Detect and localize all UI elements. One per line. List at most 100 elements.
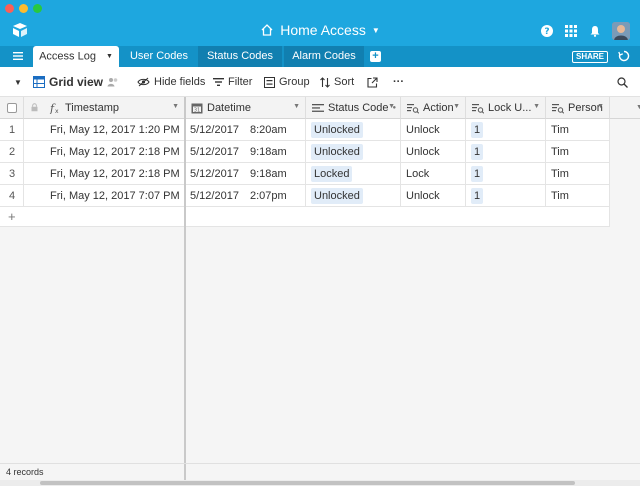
status-code-cell[interactable]: Locked xyxy=(306,163,401,185)
status-chip: Unlocked xyxy=(311,144,363,160)
column-menu-caret-icon[interactable]: ▼ xyxy=(388,103,395,110)
maximize-window-button[interactable] xyxy=(33,4,42,13)
view-switcher[interactable]: Grid view xyxy=(33,67,119,97)
close-window-button[interactable] xyxy=(5,4,14,13)
add-field-caret-icon[interactable]: ▼ xyxy=(636,104,640,111)
column-header-action[interactable]: Action ▼ xyxy=(401,97,466,119)
sidebar-toggle-caret-icon[interactable]: ▼ xyxy=(14,78,22,87)
apps-icon[interactable] xyxy=(564,24,578,38)
action-cell[interactable]: Unlock xyxy=(401,119,466,141)
search-button[interactable] xyxy=(617,67,628,97)
lookup-icon xyxy=(472,103,484,114)
hide-fields-button[interactable]: Hide fields xyxy=(137,67,205,97)
datetime-cell[interactable]: 5/12/2017 9:18am xyxy=(185,141,306,163)
group-button[interactable]: Group xyxy=(264,67,310,97)
column-menu-caret-icon[interactable]: ▼ xyxy=(533,103,540,110)
help-icon[interactable]: ? xyxy=(540,24,554,38)
datetime-cell[interactable]: 5/12/2017 2:07pm xyxy=(185,185,306,207)
eye-slash-icon xyxy=(137,77,150,87)
share-view-button[interactable] xyxy=(367,67,378,97)
link-record-icon xyxy=(312,103,324,112)
column-menu-caret-icon[interactable]: ▼ xyxy=(172,103,179,110)
status-code-cell[interactable]: Unlocked xyxy=(306,119,401,141)
scrollbar-thumb[interactable] xyxy=(40,481,575,485)
add-field-header[interactable]: ▼ xyxy=(610,97,640,119)
grid-view-icon xyxy=(33,76,45,88)
status-code-cell[interactable]: Unlocked xyxy=(306,141,401,163)
history-icon[interactable] xyxy=(618,50,630,62)
external-link-icon xyxy=(367,76,378,88)
column-header-status-code[interactable]: Status Code ● ▼ xyxy=(306,97,401,119)
column-header-timestamp[interactable]: fx Timestamp ▼ xyxy=(24,97,185,119)
status-chip: Unlocked xyxy=(311,122,363,138)
status-chip: Locked xyxy=(311,166,353,182)
title-bar: Home Access ▼ ? xyxy=(0,0,640,46)
tab-status-codes[interactable]: Status Codes xyxy=(198,46,282,67)
table-row[interactable]: 2 Fri, May 12, 2017 2:18 PM 5/12/2017 9:1… xyxy=(0,141,610,163)
frozen-column-divider[interactable] xyxy=(184,97,186,463)
timestamp-cell[interactable]: Fri, May 12, 2017 1:20 PM xyxy=(24,119,185,141)
time-value: 9:18am xyxy=(250,168,287,180)
status-code-cell[interactable]: Unlocked xyxy=(306,185,401,207)
share-button[interactable]: SHARE xyxy=(571,51,608,63)
timestamp-cell[interactable]: Fri, May 12, 2017 7:07 PM xyxy=(24,185,185,207)
table-row[interactable]: 4 Fri, May 12, 2017 7:07 PM 5/12/2017 2:0… xyxy=(0,185,610,207)
lock-user-cell[interactable]: 1 xyxy=(466,185,546,207)
column-menu-caret-icon[interactable]: ▼ xyxy=(453,103,460,110)
column-header-label: Lock U... xyxy=(488,101,532,114)
timestamp-cell[interactable]: Fri, May 12, 2017 2:18 PM xyxy=(24,163,185,185)
person-cell[interactable]: Tim xyxy=(546,141,610,163)
add-table-button[interactable]: + xyxy=(370,51,381,62)
filter-button[interactable]: Filter xyxy=(213,67,252,97)
horizontal-scrollbar[interactable] xyxy=(0,480,640,486)
date-value: 5/12/2017 xyxy=(190,146,239,158)
hamburger-menu-icon[interactable] xyxy=(12,50,24,62)
person-cell[interactable]: Tim xyxy=(546,119,610,141)
tab-user-codes[interactable]: User Codes xyxy=(122,46,196,67)
datetime-cell[interactable]: 5/12/2017 8:20am xyxy=(185,119,306,141)
table-row[interactable]: 3 Fri, May 12, 2017 2:18 PM 5/12/2017 9:1… xyxy=(0,163,610,185)
table-row[interactable]: 1 Fri, May 12, 2017 1:20 PM 5/12/2017 8:2… xyxy=(0,119,610,141)
action-cell[interactable]: Lock xyxy=(401,163,466,185)
timestamp-cell[interactable]: Fri, May 12, 2017 2:18 PM xyxy=(24,141,185,163)
action-cell[interactable]: Unlock xyxy=(401,141,466,163)
column-header-lock-user[interactable]: Lock U... ▼ xyxy=(466,97,546,119)
group-label: Group xyxy=(279,76,310,88)
select-all-checkbox[interactable] xyxy=(7,102,17,113)
lock-user-cell[interactable]: 1 xyxy=(466,163,546,185)
column-header-label: Timestamp xyxy=(65,101,119,114)
filter-label: Filter xyxy=(228,76,253,88)
add-record-row[interactable]: + xyxy=(0,207,610,227)
tab-alarm-codes[interactable]: Alarm Codes xyxy=(284,46,364,67)
view-name: Grid view xyxy=(49,75,104,89)
tab-label: Alarm Codes xyxy=(292,50,356,62)
base-title-text: Home Access xyxy=(280,22,366,38)
user-avatar[interactable] xyxy=(612,22,630,40)
person-cell[interactable]: Tim xyxy=(546,185,610,207)
column-menu-caret-icon[interactable]: ▼ xyxy=(597,103,604,110)
column-header-datetime[interactable]: 31 Datetime ▼ xyxy=(185,97,306,119)
sort-button[interactable]: Sort xyxy=(320,67,354,97)
notifications-bell-icon[interactable] xyxy=(588,24,602,38)
action-cell[interactable]: Unlock xyxy=(401,185,466,207)
datetime-cell[interactable]: 5/12/2017 9:18am xyxy=(185,163,306,185)
column-header-label: Datetime xyxy=(207,101,252,114)
more-options-button[interactable]: ··· xyxy=(393,67,404,97)
lock-user-cell[interactable]: 1 xyxy=(466,141,546,163)
lock-icon xyxy=(31,103,38,112)
column-menu-caret-icon[interactable]: ▼ xyxy=(293,103,300,110)
minimize-window-button[interactable] xyxy=(19,4,28,13)
group-icon xyxy=(264,76,275,88)
tab-access-log[interactable]: Access Log ▼ xyxy=(33,46,119,67)
row-number: 2 xyxy=(0,141,24,163)
column-header-label: Action xyxy=(423,101,454,114)
lock-user-chip: 1 xyxy=(471,166,484,182)
tab-menu-caret-icon[interactable]: ▼ xyxy=(106,53,113,60)
time-value: 2:07pm xyxy=(250,190,287,202)
lock-user-chip: 1 xyxy=(471,188,484,204)
person-cell[interactable]: Tim xyxy=(546,163,610,185)
lock-user-cell[interactable]: 1 xyxy=(466,119,546,141)
column-header-person[interactable]: Person ▼ xyxy=(546,97,610,119)
lookup-icon xyxy=(552,103,564,114)
add-record-plus-icon[interactable]: + xyxy=(8,209,16,224)
